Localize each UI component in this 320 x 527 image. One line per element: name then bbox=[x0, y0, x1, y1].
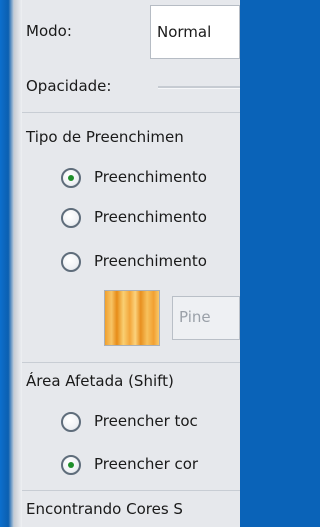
opacity-slider[interactable] bbox=[158, 86, 240, 89]
pattern-name-field[interactable]: Pine bbox=[172, 296, 240, 340]
fill-type-radio-3[interactable] bbox=[61, 252, 81, 272]
fill-type-radio-1[interactable] bbox=[61, 168, 81, 188]
fill-type-option-1-label[interactable]: Preenchimento bbox=[94, 168, 207, 186]
opacity-label: Opacidade: bbox=[26, 77, 112, 95]
section-separator bbox=[22, 362, 240, 363]
section-separator bbox=[22, 490, 240, 491]
mode-select-value: Normal bbox=[157, 23, 212, 41]
affected-area-option-2-label[interactable]: Preencher cor bbox=[94, 455, 198, 473]
affected-area-heading: Área Afetada (Shift) bbox=[26, 372, 174, 390]
panel-left-bevel bbox=[14, 0, 22, 527]
pattern-swatch[interactable] bbox=[104, 290, 160, 346]
affected-area-radio-1[interactable] bbox=[61, 412, 81, 432]
pattern-name-value: Pine bbox=[179, 308, 211, 326]
section-separator bbox=[22, 112, 240, 113]
affected-area-option-1-label[interactable]: Preencher toc bbox=[94, 412, 198, 430]
fill-type-heading: Tipo de Preenchimen bbox=[26, 128, 184, 146]
window-frame-edge bbox=[0, 0, 14, 527]
fill-type-option-2-label[interactable]: Preenchimento bbox=[94, 208, 207, 226]
fill-type-radio-2[interactable] bbox=[61, 208, 81, 228]
mode-select[interactable]: Normal bbox=[150, 5, 240, 59]
affected-area-radio-2[interactable] bbox=[61, 455, 81, 475]
finding-colors-heading: Encontrando Cores S bbox=[26, 500, 183, 518]
mode-label: Modo: bbox=[26, 22, 72, 40]
fill-type-option-3-label[interactable]: Preenchimento bbox=[94, 252, 207, 270]
